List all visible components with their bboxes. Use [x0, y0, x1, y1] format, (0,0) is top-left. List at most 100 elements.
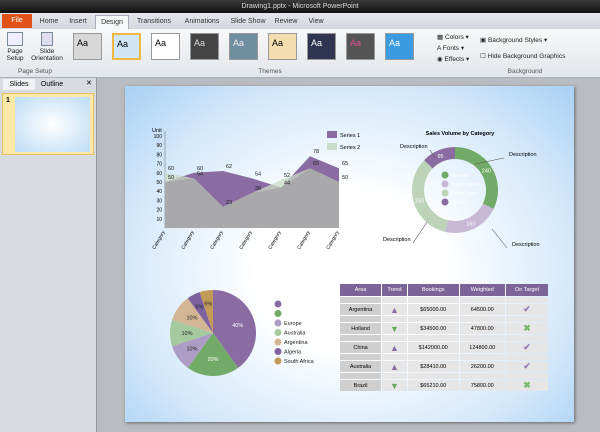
column-header: Weighted: [459, 284, 505, 296]
pie-value-label: 10%: [181, 331, 192, 337]
spacer-cell: [459, 373, 505, 379]
x-tick-label: Category: [238, 230, 254, 251]
spacer-cell: [505, 297, 548, 303]
data-label: 50: [342, 175, 348, 181]
y-tick-label: 100: [154, 134, 163, 140]
callout-description: Description: [509, 152, 537, 158]
table-row: Australia ▲ $28410.00 26200.00 ✔: [340, 361, 548, 372]
hide-background-checkbox[interactable]: ☐ Hide Background Graphics: [480, 52, 565, 60]
tab-design[interactable]: Design: [95, 15, 129, 29]
hide-background-label: Hide Background Graphics: [487, 53, 566, 60]
spacer-cell: [340, 297, 382, 303]
y-tick-label: 20: [156, 208, 162, 214]
column-header: Trend: [382, 284, 407, 296]
theme-thumbnail[interactable]: Aa: [268, 33, 297, 60]
bookings-cell: $28410.00: [407, 361, 459, 372]
effects-label: Effects: [444, 56, 465, 63]
tab-home[interactable]: Home: [36, 15, 62, 29]
slide-orientation-button[interactable]: Slide Orientation: [30, 32, 64, 62]
donut-legend-label: Internet: [451, 173, 469, 179]
y-tick-label: 10: [156, 217, 162, 223]
spacer-cell: [459, 354, 505, 360]
x-tick-label: Category: [325, 230, 341, 251]
theme-thumbnail[interactable]: Aa: [73, 33, 102, 60]
page-setup-button[interactable]: Page Setup: [4, 32, 26, 62]
theme-thumbnail[interactable]: Aa: [385, 33, 414, 60]
pie-value-label: 20%: [207, 357, 218, 363]
close-panel-icon[interactable]: ✕: [86, 79, 92, 87]
spacer-cell: [505, 316, 548, 322]
themes-group-label: Themes: [258, 68, 282, 75]
table-row: Argentina ▲ $65000.00 64500.00 ✔: [340, 304, 548, 315]
slide-thumbnail[interactable]: 1: [2, 93, 94, 155]
data-label: 78: [313, 149, 319, 155]
spacer-cell: [340, 354, 382, 360]
donut-legend-swatch: [441, 180, 449, 188]
pie-legend-label: Algeria: [284, 350, 302, 356]
callout-description: Description: [383, 237, 411, 243]
tab-slide-show[interactable]: Slide Show: [228, 15, 268, 29]
donut-value-label: 250: [415, 198, 424, 204]
area-cell: Holland: [340, 323, 382, 334]
tab-transitions[interactable]: Transitions: [132, 15, 176, 29]
theme-thumbnail[interactable]: Aa: [151, 33, 180, 60]
tab-animations[interactable]: Animations: [180, 15, 224, 29]
column-header: Bookings: [407, 284, 459, 296]
check-icon: ✔: [505, 342, 548, 353]
donut-legend-label: Others: [451, 200, 467, 206]
callout-line: [412, 221, 428, 244]
colors-button[interactable]: ▦ Colors ▾: [437, 33, 469, 41]
y-tick-label: 50: [156, 180, 162, 186]
weighted-cell: 47800.00: [459, 323, 505, 334]
theme-thumbnail[interactable]: Aa: [307, 33, 336, 60]
trend-down-icon: ▼: [382, 380, 407, 391]
data-label: 23: [226, 200, 232, 206]
data-table: Area Trend Bookings Weighted On Target Argent…: [339, 283, 549, 392]
spacer-cell: [407, 316, 459, 322]
fonts-button[interactable]: A Fonts ▾: [437, 44, 464, 52]
pie-value-label: 10%: [186, 346, 197, 352]
tab-file[interactable]: File: [2, 14, 32, 28]
data-label: 38: [255, 186, 261, 192]
pie-legend-swatch: [274, 319, 282, 327]
weighted-cell: 64500.00: [459, 304, 505, 315]
tab-review[interactable]: Review: [272, 15, 300, 29]
spacer-cell: [340, 335, 382, 341]
pie-legend-label: China: [284, 302, 299, 308]
donut-value-label: 160: [466, 221, 475, 227]
theme-thumbnail[interactable]: Aa: [190, 33, 219, 60]
legend-swatch: [327, 143, 337, 150]
y-tick-label: 60: [156, 171, 162, 177]
background-group-label: Background: [507, 68, 543, 75]
slide-orientation-label: Slide Orientation: [31, 48, 63, 62]
tab-slides[interactable]: Slides: [3, 79, 35, 90]
trend-up-icon: ▲: [382, 361, 407, 372]
spacer-cell: [505, 354, 548, 360]
weighted-cell: 75800.00: [459, 380, 505, 391]
pie-legend-label: Europe: [284, 321, 302, 327]
donut-legend-swatch: [441, 198, 449, 206]
trend-up-icon: ▲: [382, 342, 407, 353]
tab-outline[interactable]: Outline: [37, 79, 67, 90]
ribbon: Page Setup Slide Orientation Page Setup …: [0, 29, 600, 78]
area-cell: Brazil: [340, 380, 382, 391]
tab-insert[interactable]: Insert: [64, 15, 92, 29]
pie-value-label: 5%: [204, 301, 212, 307]
tab-view[interactable]: View: [304, 15, 328, 29]
slide-canvas[interactable]: Unit 100 90 80 70 60 50 40 30 20 10 50 60 62 54 44 78 65 6…: [125, 86, 574, 422]
effects-button[interactable]: ◉ Effects ▾: [437, 55, 469, 63]
theme-thumbnail[interactable]: Aa: [229, 33, 258, 60]
spacer-cell: [407, 297, 459, 303]
x-tick-label: Category: [296, 230, 312, 251]
background-styles-button[interactable]: ▣ Background Styles ▾: [480, 36, 547, 44]
theme-thumbnail[interactable]: Aa: [346, 33, 375, 60]
window-title: Drawing1.pptx - Microsoft PowerPoint: [241, 3, 359, 10]
donut-value-label: 95: [438, 154, 444, 160]
page-setup-icon: [7, 32, 23, 46]
ribbon-tabs: File Home Insert Design Transitions Animation…: [0, 13, 600, 29]
theme-thumbnail[interactable]: Aa: [112, 33, 141, 60]
data-label: 50: [168, 175, 174, 181]
pie-value-label: 40%: [232, 323, 243, 329]
spacer-cell: [505, 335, 548, 341]
spacer-cell: [340, 373, 382, 379]
